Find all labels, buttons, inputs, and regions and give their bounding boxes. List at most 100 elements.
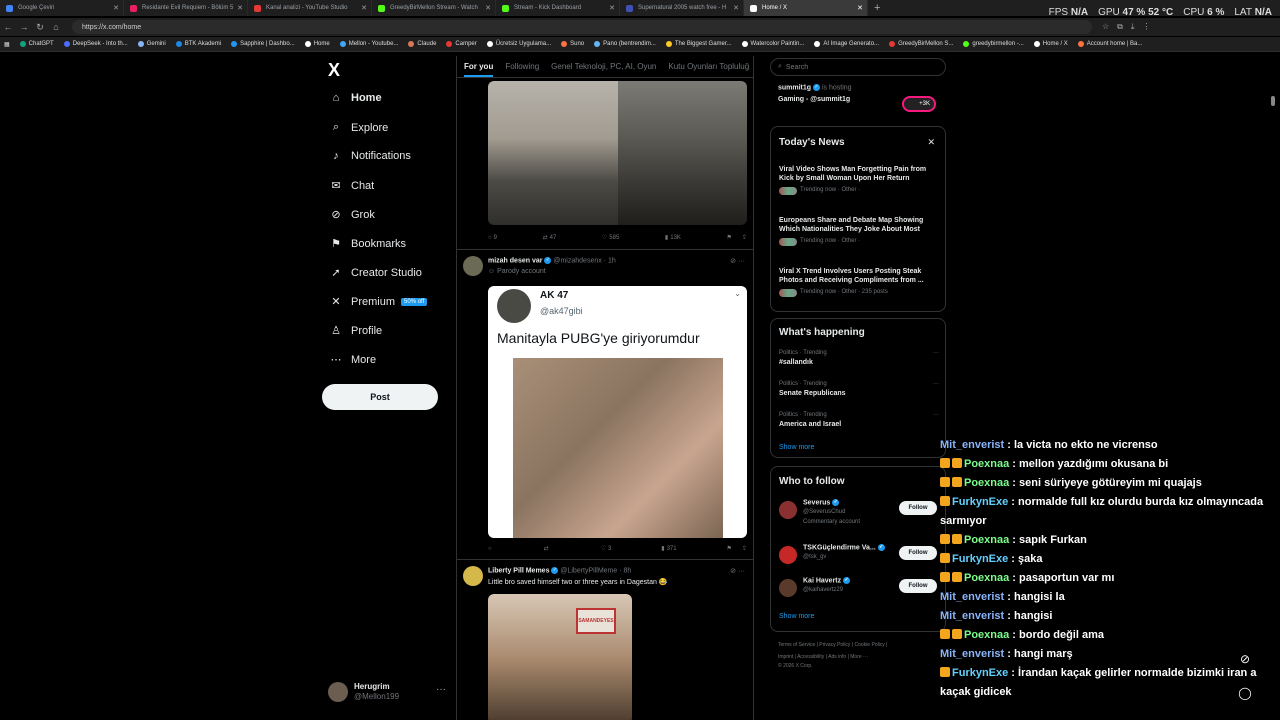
sidebar-item-notifications[interactable]: ♪ Notifications xyxy=(328,150,411,162)
reply-button[interactable]: ○ xyxy=(488,545,494,552)
chat-username[interactable]: Mit_enverist xyxy=(940,591,1004,603)
menu-icon[interactable]: ⋮ xyxy=(1142,22,1150,32)
post-button[interactable]: Post xyxy=(322,384,438,410)
sidebar-item-creator-studio[interactable]: ➚ Creator Studio xyxy=(328,266,422,280)
close-icon[interactable]: ✕ xyxy=(113,4,119,12)
sidebar-item-chat[interactable]: ✉ Chat xyxy=(328,179,374,193)
views-button[interactable]: ▮ 371 xyxy=(661,545,676,553)
browser-tab[interactable]: Supernatural 2005 watch free - H ✕ xyxy=(620,0,744,16)
sidebar-item-home[interactable]: ⌂ Home xyxy=(328,92,382,104)
close-icon[interactable]: ✕ xyxy=(733,4,739,12)
close-icon[interactable]: ✕ xyxy=(857,4,863,12)
bookmark-item[interactable]: Account home | Ba... xyxy=(1077,41,1142,47)
bookmark-item[interactable]: Sapphire | Dashbo... xyxy=(231,41,295,47)
post-author-handle[interactable]: @LibertyPillMeme xyxy=(560,567,617,574)
post-time[interactable]: · 1h xyxy=(604,257,616,264)
repost-button[interactable]: ⇄ xyxy=(544,545,551,552)
post-time[interactable]: · 8h xyxy=(619,567,631,574)
back-icon[interactable]: ← xyxy=(0,22,16,32)
follow-suggestion[interactable]: TSKGüçlendirme Va... ✓ @tsk_gv Follow xyxy=(779,544,939,572)
browser-tab[interactable]: Kanal analizi - YouTube Studio ✕ xyxy=(248,0,372,16)
chat-username[interactable]: FurkynExe xyxy=(952,553,1008,565)
bookmark-item[interactable]: Watercolor Paintin... xyxy=(741,41,804,47)
repost-button[interactable]: ⇄ 47 xyxy=(543,234,557,242)
avatar[interactable] xyxy=(463,566,483,586)
close-icon[interactable]: ✕ xyxy=(485,4,491,12)
quoted-image[interactable]: AK 47 @ak47gibi ⌄ Manitayla PUBG'ye giri… xyxy=(488,286,747,538)
bookmark-item[interactable]: Camper xyxy=(446,41,477,47)
post-author-name[interactable]: mizah desen var xyxy=(488,257,542,264)
share-icon[interactable]: ⇪ xyxy=(742,234,747,241)
star-icon[interactable]: ☆ xyxy=(1102,22,1109,32)
chat-username[interactable]: FurkynExe xyxy=(952,667,1008,679)
apps-icon[interactable]: ▦ xyxy=(4,41,10,48)
bookmark-item[interactable]: ChatGPT xyxy=(19,41,54,47)
bookmark-item[interactable]: The Biggest Gamer... xyxy=(665,41,732,47)
bookmark-item[interactable]: Home / X xyxy=(1033,41,1068,47)
bookmark-button[interactable]: ⚑ ⇪ xyxy=(727,545,747,552)
bookmark-item[interactable]: AI Image Generato... xyxy=(814,41,879,47)
more-options-icon[interactable]: ··· xyxy=(933,411,939,420)
follow-button[interactable]: Follow xyxy=(899,546,937,560)
bookmark-item[interactable]: greedybirmellon -... xyxy=(963,41,1024,47)
close-icon[interactable]: ✕ xyxy=(927,137,935,148)
tab-1[interactable]: Following xyxy=(505,62,539,71)
trend-item[interactable]: Politics · Trending America and Israel ··· xyxy=(779,411,939,429)
bookmark-item[interactable]: Claude xyxy=(408,41,436,47)
bookmark-item[interactable]: DeepSeek - Into th... xyxy=(63,41,128,47)
follow-suggestion[interactable]: Severus ✓ @SeverusChud Commentary account F… xyxy=(779,499,939,527)
sidebar-item-grok[interactable]: ⊘ Grok xyxy=(328,208,374,222)
bookmark-item[interactable]: GreedyBirMellon S... xyxy=(889,41,953,47)
sidebar-item-more[interactable]: ⋯ More xyxy=(328,353,377,367)
grok-icon[interactable]: ⊘ xyxy=(730,568,736,575)
messages-icon[interactable]: ◯ xyxy=(1235,686,1255,706)
chat-username[interactable]: Mit_enverist xyxy=(940,610,1004,622)
bookmark-item[interactable]: BTK Akademi xyxy=(175,41,221,47)
more-options-icon[interactable]: ··· xyxy=(738,568,745,575)
close-icon[interactable]: ✕ xyxy=(237,4,243,12)
follow-suggestion[interactable]: Kai Havertz ✓ @kaihavertz29 Follow xyxy=(779,577,939,605)
browser-tab[interactable]: Residante Evil Requiem - Bölüm 5 ✕ xyxy=(124,0,248,16)
like-button[interactable]: ♡ 3 xyxy=(601,545,612,553)
chat-username[interactable]: Poexnaa xyxy=(964,458,1009,470)
forward-icon[interactable]: → xyxy=(16,22,32,32)
views-button[interactable]: ▮ 13K xyxy=(665,234,681,242)
post-author-handle[interactable]: @mizahdesenx xyxy=(553,257,601,264)
follow-button[interactable]: Follow xyxy=(899,579,937,593)
download-icon[interactable]: ⤓ xyxy=(1131,22,1135,32)
scrollbar[interactable] xyxy=(1270,56,1276,720)
trend-item[interactable]: Politics · Trending Senate Republicans ··· xyxy=(779,380,939,398)
browser-tab[interactable]: GreedyBirMellon Stream - Watch ✕ xyxy=(372,0,496,16)
browser-tab[interactable]: Home / X ✕ xyxy=(744,0,868,16)
browser-tab[interactable]: Stream - Kick Dashboard ✕ xyxy=(496,0,620,16)
grok-icon[interactable]: ⊘ xyxy=(1235,652,1255,672)
chat-username[interactable]: Poexnaa xyxy=(964,629,1009,641)
home-button-icon[interactable]: ⌂ xyxy=(48,22,64,32)
new-tab-icon[interactable]: + xyxy=(874,2,880,14)
bookmark-item[interactable]: Gemini xyxy=(137,41,166,47)
reply-button[interactable]: ○ 9 xyxy=(488,234,497,241)
bookmark-item[interactable]: Home xyxy=(304,41,330,47)
news-item[interactable]: Europeans Share and Debate Map Showing W… xyxy=(779,216,939,246)
post-media-image[interactable]: SAMANDEYES xyxy=(488,594,632,720)
more-options-icon[interactable]: ··· xyxy=(933,349,939,358)
chat-username[interactable]: Poexnaa xyxy=(964,477,1009,489)
live-listeners-badge[interactable]: +3K xyxy=(902,96,936,112)
footer-line[interactable]: Terms of Service | Privacy Policy | Cook… xyxy=(778,639,946,651)
reload-icon[interactable]: ↻ xyxy=(32,22,48,33)
search-input[interactable]: ⌕ Search xyxy=(770,58,946,76)
x-logo[interactable]: X xyxy=(328,60,340,81)
bookmark-item[interactable]: Mellon - Youtube... xyxy=(339,41,398,47)
bookmark-item[interactable]: Pano (bentrendim... xyxy=(594,41,656,47)
sidebar-item-bookmarks[interactable]: ⚑ Bookmarks xyxy=(328,237,406,251)
show-more-link[interactable]: Show more xyxy=(779,613,814,620)
more-options-icon[interactable]: ··· xyxy=(933,380,939,389)
bookmark-item[interactable]: Ücretsiz Uygulama... xyxy=(486,41,551,47)
sidebar-item-explore[interactable]: ⌕ Explore xyxy=(328,121,388,134)
extension-icon[interactable]: ⧉ xyxy=(1117,22,1123,32)
chat-username[interactable]: Mit_enverist xyxy=(940,439,1004,451)
trend-item[interactable]: Politics · Trending #sallandık ··· xyxy=(779,349,939,367)
chat-username[interactable]: FurkynExe xyxy=(952,496,1008,508)
bookmark-item[interactable]: Suno xyxy=(561,41,584,47)
sidebar-item-profile[interactable]: ♙ Profile xyxy=(328,324,382,338)
